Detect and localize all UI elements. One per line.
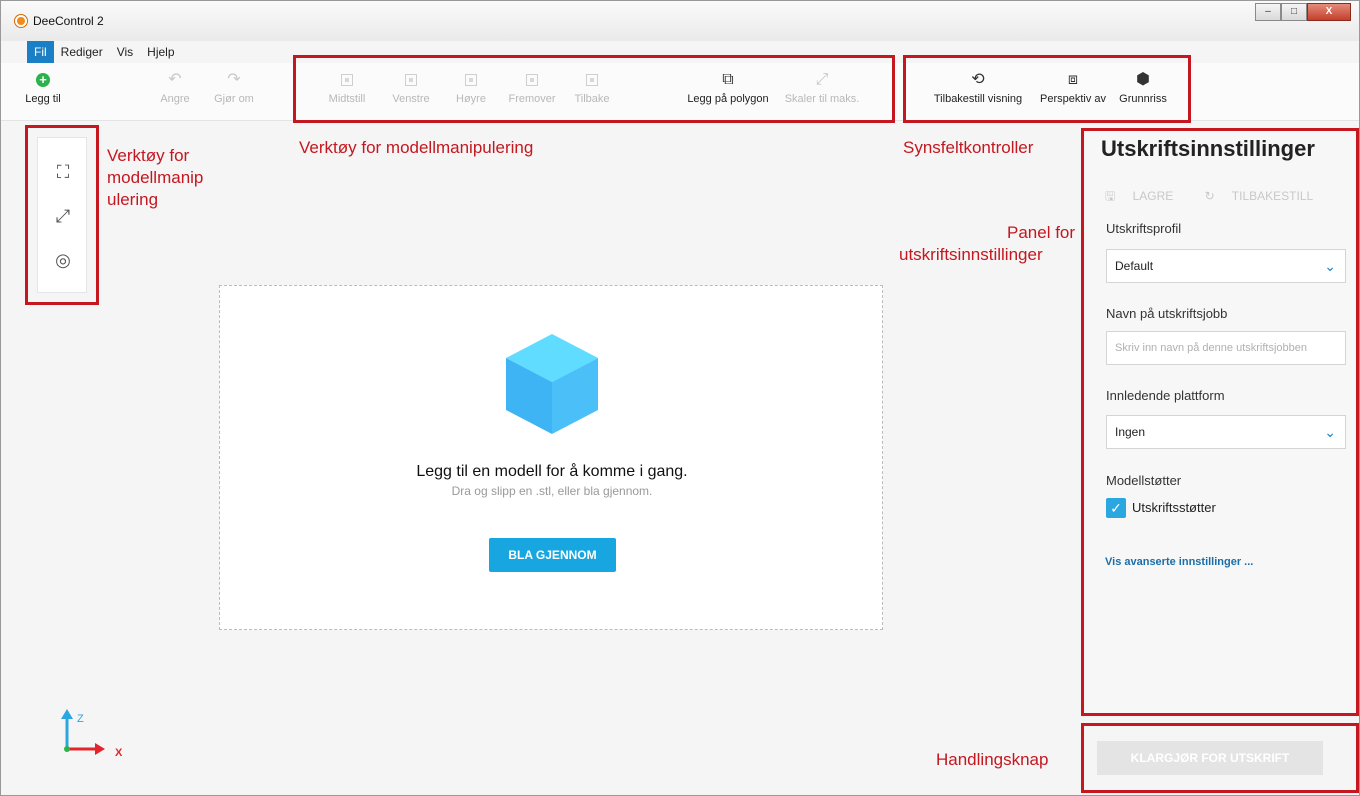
window-title: DeeControl 2	[33, 14, 104, 28]
cube-illustration-icon	[506, 334, 598, 434]
maximize-button[interactable]: □	[1281, 3, 1307, 21]
app-window: DeeControl 2 – □ X Fil Rediger Vis Hjelp…	[0, 0, 1360, 796]
annotation-box-view	[903, 55, 1191, 123]
undo-button[interactable]: ↶ Angre	[155, 69, 195, 105]
annotation-box-settings	[1081, 128, 1359, 716]
axis-gizmo	[61, 709, 105, 755]
app-logo-icon	[15, 15, 27, 27]
undo-icon: ↶	[168, 71, 182, 88]
add-button[interactable]: + Legg til	[23, 69, 63, 106]
browse-button[interactable]: BLA GJENNOM	[489, 538, 616, 572]
annotation-box-action	[1081, 723, 1359, 793]
annotation-panel-label-2: utskriftsinnstillinger	[899, 245, 1043, 264]
annotation-action-label: Handlingsknap	[936, 750, 1049, 769]
annotation-box-toolbar	[293, 55, 895, 123]
redo-button[interactable]: ↷ Gjør om	[211, 69, 257, 105]
model-drop-zone[interactable]: Legg til en modell for å komme i gang. D…	[219, 285, 883, 630]
annotation-toolbar-label: Verktøy for modellmanipulering	[299, 138, 534, 157]
annotation-panel-label-1: Panel for	[1007, 223, 1076, 242]
menu-view[interactable]: Vis	[110, 41, 140, 63]
drop-title: Legg til en modell for å komme i gang.	[416, 463, 688, 480]
close-button[interactable]: X	[1307, 3, 1351, 21]
annotation-left-label-1: Verktøy for	[107, 146, 190, 165]
menu-edit[interactable]: Rediger	[54, 41, 110, 63]
minimize-button[interactable]: –	[1255, 3, 1281, 21]
annotation-left-label-2: modellmanip	[107, 168, 204, 187]
title-bar: DeeControl 2 – □ X	[1, 1, 1359, 41]
annotation-box-left-tools	[25, 125, 99, 305]
menu-file[interactable]: Fil	[27, 41, 54, 63]
annotation-left-label-3: ulering	[107, 190, 159, 209]
window-controls: – □ X	[1255, 3, 1351, 21]
drop-subtitle: Dra og slipp en .stl, eller bla gjennom.	[451, 484, 653, 498]
axis-z-label: Z	[77, 713, 84, 725]
annotation-view-label: Synsfeltkontroller	[903, 138, 1034, 157]
plus-circle-icon: +	[36, 73, 50, 87]
menu-help[interactable]: Hjelp	[140, 41, 181, 63]
redo-icon: ↷	[227, 71, 241, 88]
axis-x-label: X	[115, 747, 123, 759]
